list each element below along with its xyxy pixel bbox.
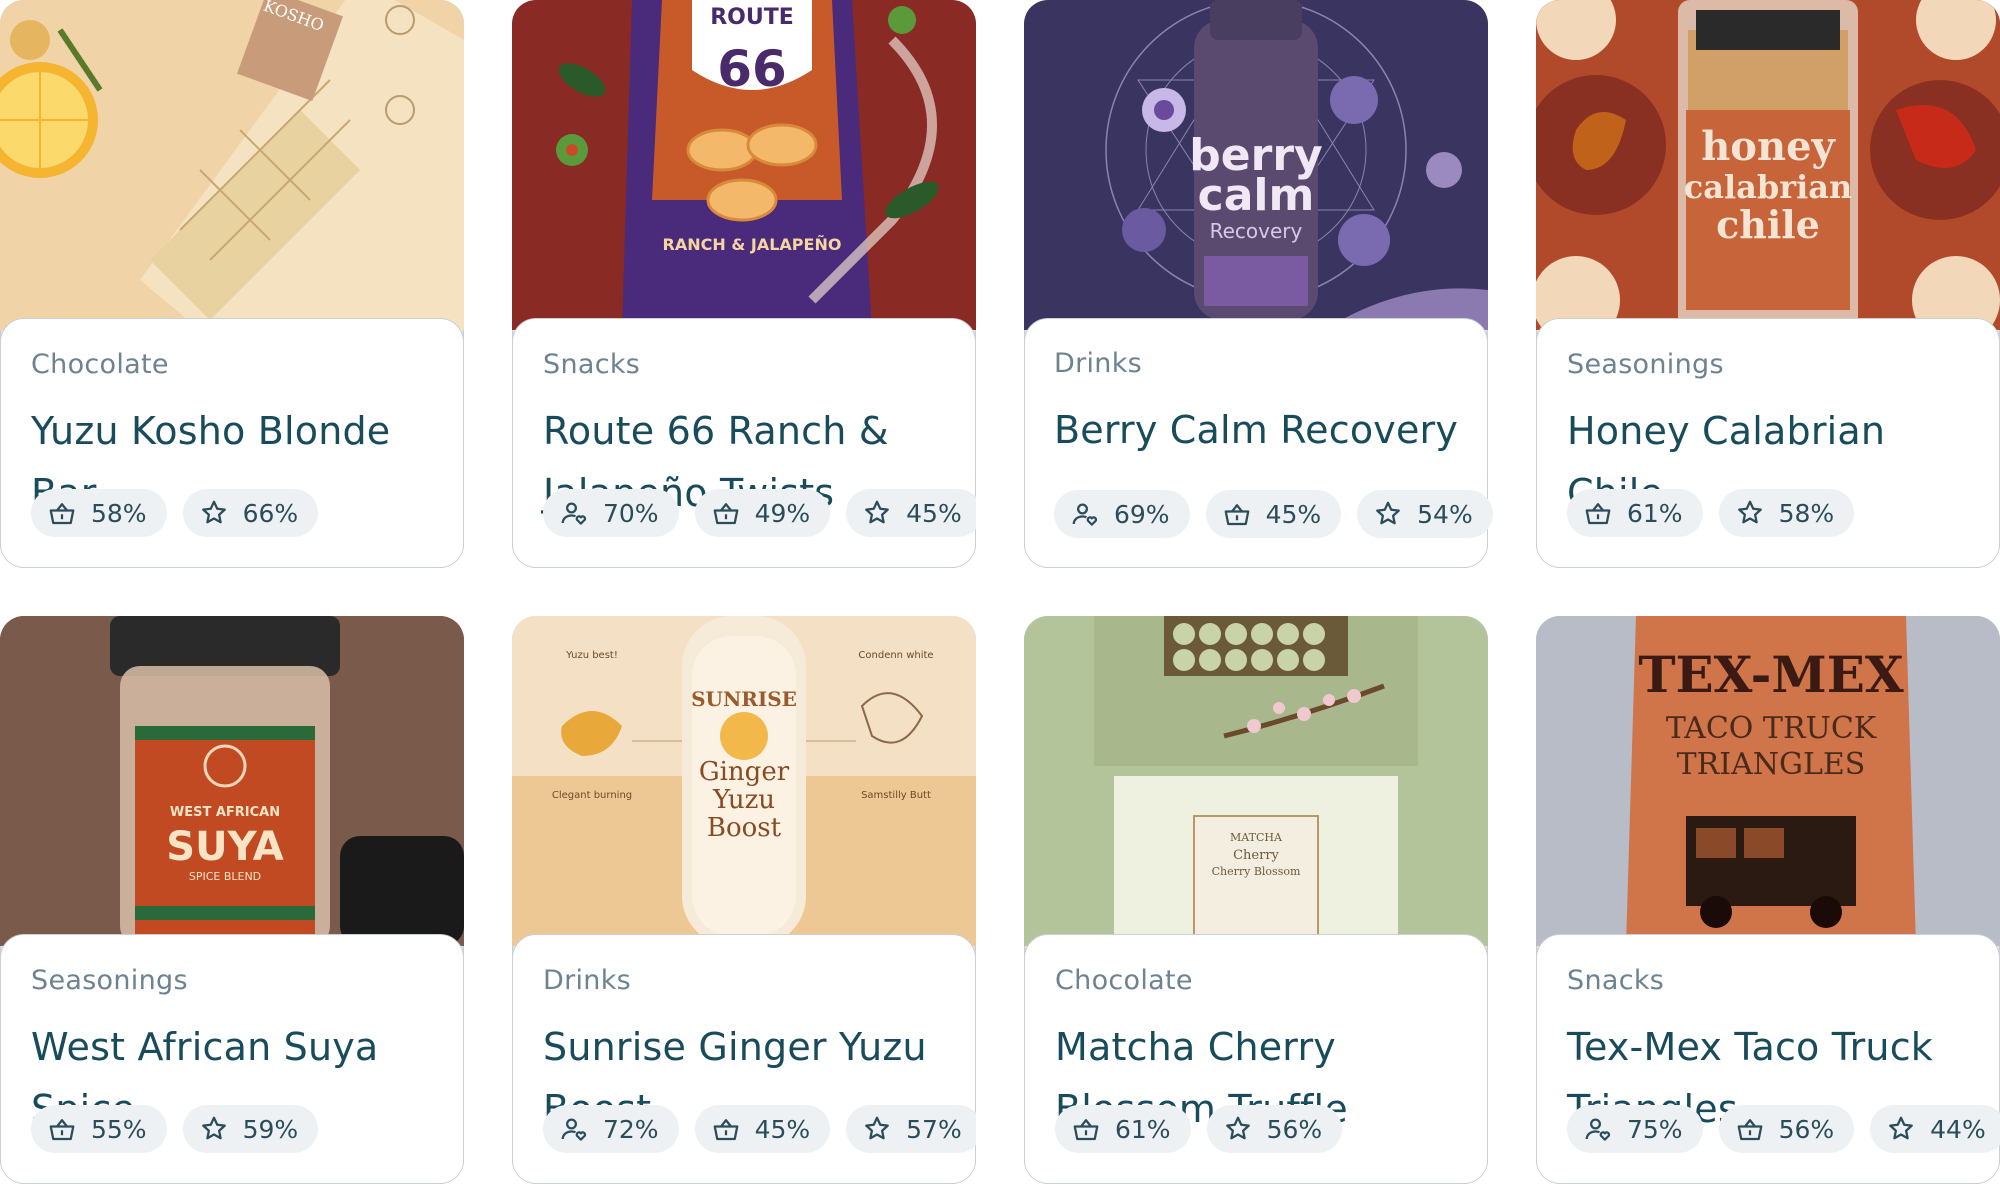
star-icon [199, 1114, 229, 1144]
product-card[interactable]: WEST AFRICAN SUYA SPICE BLEND Seasonings… [0, 616, 464, 1184]
product-card[interactable]: berry calm Recovery [1024, 0, 1488, 568]
product-grid: KOSHO Chocolate Yuzu Kosho Blonde Bar 58… [0, 0, 2000, 1186]
star-icon [1223, 1114, 1253, 1144]
product-image: TEX-MEX TACO TRUCK TRIANGLES [1536, 616, 2000, 946]
stat-basket: 45% [694, 1105, 831, 1153]
product-category: Snacks [543, 349, 641, 380]
product-category: Chocolate [1055, 965, 1193, 996]
stat-basket: 49% [694, 489, 831, 537]
product-stats: 75% 56% 44% [1567, 1105, 2000, 1153]
svg-text:TRIANGLES: TRIANGLES [1677, 747, 1866, 782]
product-stats: 58% 66% [31, 489, 319, 537]
product-card[interactable]: SUNRISE Ginger Yuzu Boost Yuzu best! Con… [512, 616, 976, 1184]
svg-text:TACO TRUCK: TACO TRUCK [1666, 711, 1877, 746]
product-card[interactable]: honey calabrian chile Seasonings Honey C… [1536, 0, 2000, 568]
stat-basket: 55% [31, 1105, 167, 1153]
basket-icon [1071, 1114, 1101, 1144]
product-info: Seasonings Honey Calabrian Chile 61% 58% [1536, 318, 2000, 568]
basket-icon [47, 1114, 77, 1144]
user-heart-icon [1583, 1114, 1613, 1144]
product-info: Snacks Tex-Mex Taco Truck Triangles 75% … [1536, 934, 2000, 1184]
product-info: Snacks Route 66 Ranch & Jalapeño Twists … [512, 318, 976, 568]
stat-user-heart: 70% [543, 489, 679, 537]
product-info: Seasonings West African Suya Spice 55% 5… [0, 934, 464, 1184]
basket-icon [711, 1114, 741, 1144]
stat-basket: 61% [1567, 489, 1703, 537]
svg-text:calabrian: calabrian [1684, 168, 1853, 206]
svg-text:Samstilly Butt: Samstilly Butt [861, 790, 931, 801]
stat-star: 66% [182, 489, 319, 537]
svg-text:Clegant burning: Clegant burning [552, 790, 632, 801]
product-card[interactable]: ROUTE 66 RANCH & JALAPEÑO Snacks Route 6… [512, 0, 976, 568]
product-category: Drinks [543, 965, 632, 996]
product-category: Chocolate [31, 349, 169, 380]
stat-star: 45% [846, 489, 976, 537]
svg-text:Condenn white: Condenn white [858, 650, 933, 661]
product-card[interactable]: TEX-MEX TACO TRUCK TRIANGLES Snacks Tex-… [1536, 616, 2000, 1184]
stat-star: 59% [182, 1105, 319, 1153]
svg-text:Yuzu: Yuzu [712, 785, 775, 815]
star-icon [1735, 498, 1765, 528]
product-stats: 55% 59% [31, 1105, 319, 1153]
svg-text:WEST AFRICAN: WEST AFRICAN [170, 805, 280, 820]
svg-text:SPICE BLEND: SPICE BLEND [189, 870, 261, 883]
stat-star: 44% [1870, 1105, 2000, 1153]
user-heart-icon [559, 1114, 589, 1144]
user-heart-icon [559, 498, 589, 528]
basket-icon [1735, 1114, 1765, 1144]
product-image: SUNRISE Ginger Yuzu Boost Yuzu best! Con… [512, 616, 976, 946]
svg-text:Yuzu best!: Yuzu best! [565, 650, 618, 661]
stat-basket: 61% [1055, 1105, 1191, 1153]
product-info: Chocolate Yuzu Kosho Blonde Bar 58% 66% [0, 318, 464, 568]
product-stats: 61% 56% [1055, 1105, 1343, 1153]
svg-text:Cherry Blossom: Cherry Blossom [1212, 865, 1301, 878]
product-image: KOSHO [0, 0, 464, 330]
product-image: berry calm Recovery [1024, 0, 1488, 330]
product-image: ROUTE 66 RANCH & JALAPEÑO [512, 0, 976, 330]
svg-text:66: 66 [717, 40, 787, 98]
svg-text:Boost: Boost [707, 813, 782, 843]
product-stats: 72% 45% 57% [543, 1105, 976, 1153]
product-stats: 61% 58% [1567, 489, 1855, 537]
svg-text:SUNRISE: SUNRISE [691, 687, 797, 711]
svg-text:Recovery: Recovery [1210, 219, 1303, 243]
stat-user-heart: 72% [543, 1105, 679, 1153]
svg-text:MATCHA: MATCHA [1230, 831, 1283, 844]
product-category: Seasonings [1567, 349, 1724, 380]
product-card[interactable]: MATCHA Cherry Cherry Blossom Chocolate M… [1024, 616, 1488, 1184]
svg-text:chile: chile [1716, 202, 1820, 247]
stat-star: 56% [1206, 1105, 1343, 1153]
stat-star: 57% [846, 1105, 976, 1153]
svg-text:RANCH & JALAPEÑO: RANCH & JALAPEÑO [663, 235, 842, 254]
star-icon [199, 498, 229, 528]
product-info: Chocolate Matcha Cherry Blossom Truffle … [1024, 934, 1488, 1184]
stat-basket: 56% [1718, 1105, 1855, 1153]
product-image: MATCHA Cherry Cherry Blossom [1024, 616, 1488, 946]
star-icon [862, 1114, 892, 1144]
product-info [1024, 318, 1488, 568]
star-icon [1886, 1114, 1916, 1144]
basket-icon [47, 498, 77, 528]
product-category: Seasonings [31, 965, 188, 996]
svg-text:TEX-MEX: TEX-MEX [1638, 645, 1904, 704]
svg-text:calm: calm [1198, 170, 1315, 221]
stat-user-heart: 75% [1567, 1105, 1703, 1153]
svg-text:Ginger: Ginger [699, 757, 790, 787]
svg-text:SUYA: SUYA [166, 824, 283, 870]
svg-text:Cherry: Cherry [1233, 848, 1279, 863]
product-image: WEST AFRICAN SUYA SPICE BLEND [0, 616, 464, 946]
product-category: Snacks [1567, 965, 1665, 996]
svg-text:honey: honey [1701, 123, 1836, 170]
star-icon [862, 498, 892, 528]
basket-icon [1583, 498, 1613, 528]
product-image: honey calabrian chile [1536, 0, 2000, 330]
basket-icon [711, 498, 741, 528]
product-card[interactable]: KOSHO Chocolate Yuzu Kosho Blonde Bar 58… [0, 0, 464, 568]
product-info: Drinks Sunrise Ginger Yuzu Boost 72% 45%… [512, 934, 976, 1184]
product-stats: 70% 49% 45% [543, 489, 976, 537]
stat-basket: 58% [31, 489, 167, 537]
stat-star: 58% [1718, 489, 1855, 537]
svg-text:ROUTE: ROUTE [710, 5, 794, 30]
